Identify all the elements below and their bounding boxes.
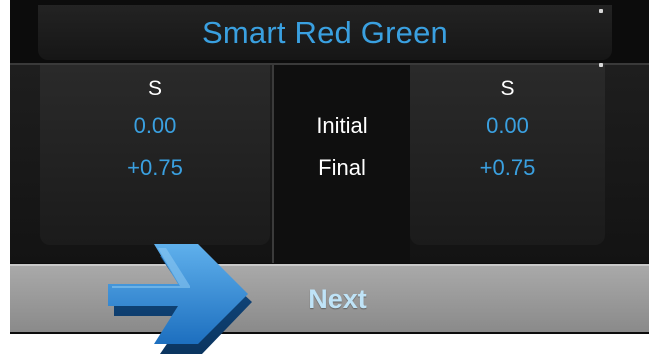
right-eye-column: S 0.00 +0.75 <box>410 65 649 263</box>
row-labels-column: Initial Final <box>272 65 412 263</box>
right-final-value: +0.75 <box>479 155 536 180</box>
corner-dot <box>599 9 603 13</box>
right-eye-card: S 0.00 +0.75 <box>410 65 605 245</box>
next-button-label: Next <box>308 283 367 314</box>
right-eye-label: S <box>500 77 515 100</box>
corner-dot <box>599 63 603 67</box>
left-eye-card: S 0.00 +0.75 <box>40 65 270 245</box>
page-title: Smart Red Green <box>202 14 448 50</box>
initial-label: Initial <box>316 113 368 138</box>
arrow-right-icon <box>108 244 252 354</box>
left-final-value: +0.75 <box>127 155 183 180</box>
left-initial-value: 0.00 <box>133 113 177 138</box>
left-eye-column: S 0.00 +0.75 <box>10 65 272 263</box>
right-initial-value: 0.00 <box>486 113 529 138</box>
app-screen: Smart Red Green S 0.00 +0.75 Initial Fin… <box>0 0 649 356</box>
title-bar: Smart Red Green <box>38 5 612 60</box>
final-label: Final <box>318 155 366 180</box>
left-eye-label: S <box>147 77 162 100</box>
